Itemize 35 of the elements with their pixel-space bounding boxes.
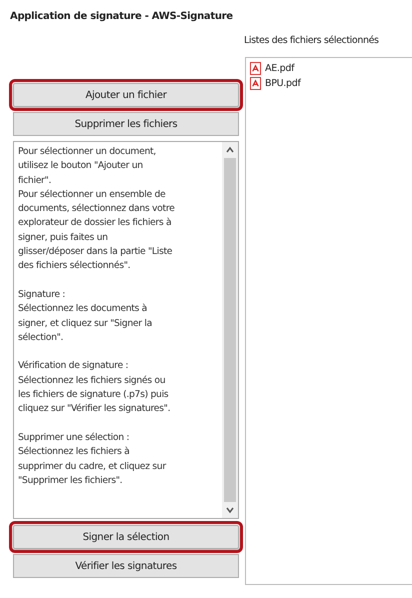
help-text-line: les fichiers de signature (.p7s) puis: [18, 388, 170, 402]
help-text-line: documents, sélectionnez dans votre: [18, 202, 176, 216]
file-name[interactable]: AE.pdf: [265, 63, 294, 74]
help-text-line: supprimer du cadre, et cliquez sur: [18, 460, 168, 474]
help-text-line: Pour sélectionner un document,: [18, 145, 157, 159]
scroll-thumb[interactable]: [224, 158, 236, 502]
help-text-line: cliquez sur "Vérifier les signatures".: [18, 402, 172, 416]
help-text-line: signer, puis faites un: [18, 230, 109, 245]
help-text-line: Sélectionnez les fichiers à: [18, 445, 130, 460]
window-title: Application de signature - AWS-Signature: [9, 10, 234, 24]
list-label: Listes des fichiers sélectionnés: [244, 34, 380, 48]
help-text-line: signer, et cliquez sur "Signer la: [18, 316, 153, 331]
help-text-line: Sélectionnez les documents à: [18, 302, 148, 316]
help-text-line: "Supprimer les fichiers".: [18, 474, 124, 488]
scroll-down-icon[interactable]: [225, 505, 235, 515]
help-text-box[interactable]: [13, 141, 239, 519]
pdf-icon: [250, 62, 261, 75]
pdf-icon: [250, 77, 261, 90]
action-button[interactable]: Supprimer les fichiers: [13, 112, 239, 136]
file-name[interactable]: BPU.pdf: [265, 78, 301, 89]
help-text-line: des fichiers sélectionnés".: [18, 259, 132, 274]
help-text-line: explorateur de dossier les fichiers à: [18, 216, 172, 230]
scroll-up-icon[interactable]: [225, 145, 235, 155]
help-text-line: fichier".: [18, 174, 52, 188]
scrollbar[interactable]: [222, 142, 238, 518]
help-text-line: sélection".: [18, 330, 64, 345]
help-text-line: glisser/déposer dans la partie "Liste: [18, 245, 174, 260]
help-text-line: utilisez le bouton "Ajouter un: [18, 159, 144, 174]
help-text-line: Vérification de signature :: [18, 359, 130, 374]
help-text-line: Supprimer une sélection :: [18, 430, 130, 445]
action-button[interactable]: Vérifier les signatures: [13, 554, 239, 578]
help-text-line: Sélectionnez les fichiers signés ou: [18, 374, 166, 388]
help-text-line: Signature :: [18, 288, 66, 302]
help-text-line: Pour sélectionner un ensemble de: [18, 188, 166, 202]
file-list[interactable]: AE.pdf BPU.pdf: [245, 57, 412, 585]
